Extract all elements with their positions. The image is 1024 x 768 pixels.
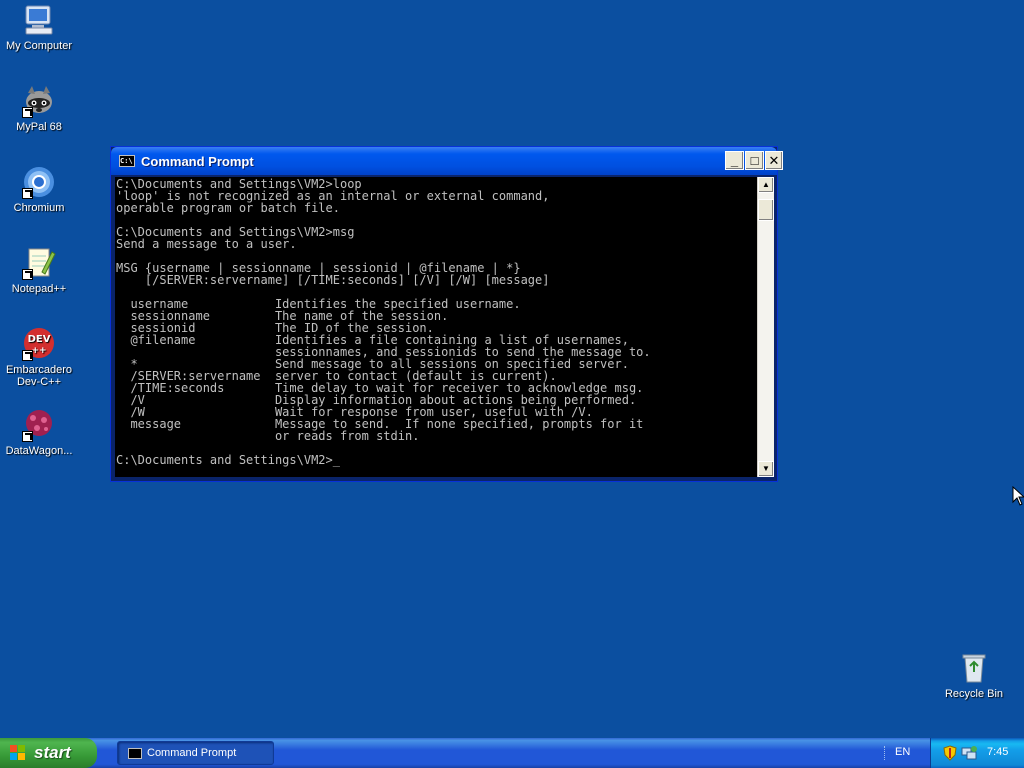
devcpp-icon: DEV ++ bbox=[22, 327, 56, 361]
console-app-icon: C:\ bbox=[119, 155, 135, 167]
notepad-icon bbox=[22, 246, 56, 280]
taskbar: start Command Prompt EN 7:45 bbox=[0, 738, 1024, 768]
window-title: Command Prompt bbox=[141, 154, 254, 169]
desktop-icon-label: Embarcadero Dev-C++ bbox=[5, 364, 73, 388]
console-app-icon bbox=[128, 748, 142, 759]
desktop-icon-label: DataWagon... bbox=[5, 445, 73, 457]
window-titlebar[interactable]: C:\ Command Prompt _ □ ✕ bbox=[111, 147, 783, 175]
shortcut-arrow-icon bbox=[22, 431, 33, 442]
scroll-thumb[interactable] bbox=[758, 199, 774, 221]
svg-text:++: ++ bbox=[31, 346, 46, 356]
desktop-icon-label: My Computer bbox=[5, 40, 73, 52]
desktop-icon-my-computer[interactable]: My Computer bbox=[0, 3, 78, 52]
shortcut-arrow-icon bbox=[22, 188, 33, 199]
system-tray: 7:45 bbox=[930, 738, 1024, 768]
desktop-icon-mypal[interactable]: MyPal 68 bbox=[0, 84, 78, 133]
network-icon[interactable] bbox=[961, 745, 977, 761]
close-button[interactable]: ✕ bbox=[765, 151, 783, 170]
clock[interactable]: 7:45 bbox=[987, 746, 1008, 758]
taskbar-item-command-prompt[interactable]: Command Prompt bbox=[117, 741, 274, 765]
vertical-scrollbar[interactable]: ▲ ▼ bbox=[757, 177, 774, 477]
desktop-icon-label: Chromium bbox=[13, 202, 65, 214]
desktop-icon-label: Notepad++ bbox=[11, 283, 67, 295]
mouse-cursor-icon bbox=[1012, 486, 1024, 506]
desktop-icon-notepadpp[interactable]: Notepad++ bbox=[0, 246, 78, 295]
desktop-icon-devcpp[interactable]: DEV ++ Embarcadero Dev-C++ bbox=[0, 327, 78, 388]
desktop-icon-label: Recycle Bin bbox=[944, 688, 1004, 700]
start-label: start bbox=[34, 743, 71, 762]
desktop-icon-recycle-bin[interactable]: Recycle Bin bbox=[935, 651, 1013, 700]
toolbar-grip[interactable] bbox=[884, 746, 889, 760]
shortcut-arrow-icon bbox=[22, 107, 33, 118]
console-area[interactable]: C:\Documents and Settings\VM2>loop 'loop… bbox=[115, 177, 757, 477]
svg-text:DEV: DEV bbox=[28, 334, 51, 345]
shortcut-arrow-icon bbox=[22, 350, 33, 361]
desktop-icon-label: MyPal 68 bbox=[16, 121, 62, 133]
chromium-icon bbox=[22, 165, 56, 199]
scroll-up-button[interactable]: ▲ bbox=[758, 177, 774, 193]
command-prompt-window[interactable]: C:\ Command Prompt _ □ ✕ C:\Documents an… bbox=[110, 146, 783, 482]
shortcut-arrow-icon bbox=[22, 269, 33, 280]
recycle-bin-icon bbox=[957, 651, 991, 685]
taskbar-item-label: Command Prompt bbox=[147, 747, 237, 759]
desktop-icon-datawagon[interactable]: DataWagon... bbox=[0, 408, 78, 457]
desktop-icon-chromium[interactable]: Chromium bbox=[0, 165, 78, 214]
scroll-down-button[interactable]: ▼ bbox=[758, 461, 774, 477]
minimize-button[interactable]: _ bbox=[725, 151, 744, 170]
console-output: C:\Documents and Settings\VM2>loop 'loop… bbox=[116, 177, 651, 467]
raccoon-icon bbox=[22, 84, 56, 118]
windows-logo-icon bbox=[10, 745, 25, 760]
security-shield-icon[interactable] bbox=[943, 745, 957, 761]
language-indicator[interactable]: EN bbox=[895, 746, 910, 758]
start-button[interactable]: start bbox=[0, 738, 97, 768]
maximize-button[interactable]: □ bbox=[745, 151, 764, 170]
computer-icon bbox=[22, 3, 56, 37]
datawagon-icon bbox=[22, 408, 56, 442]
